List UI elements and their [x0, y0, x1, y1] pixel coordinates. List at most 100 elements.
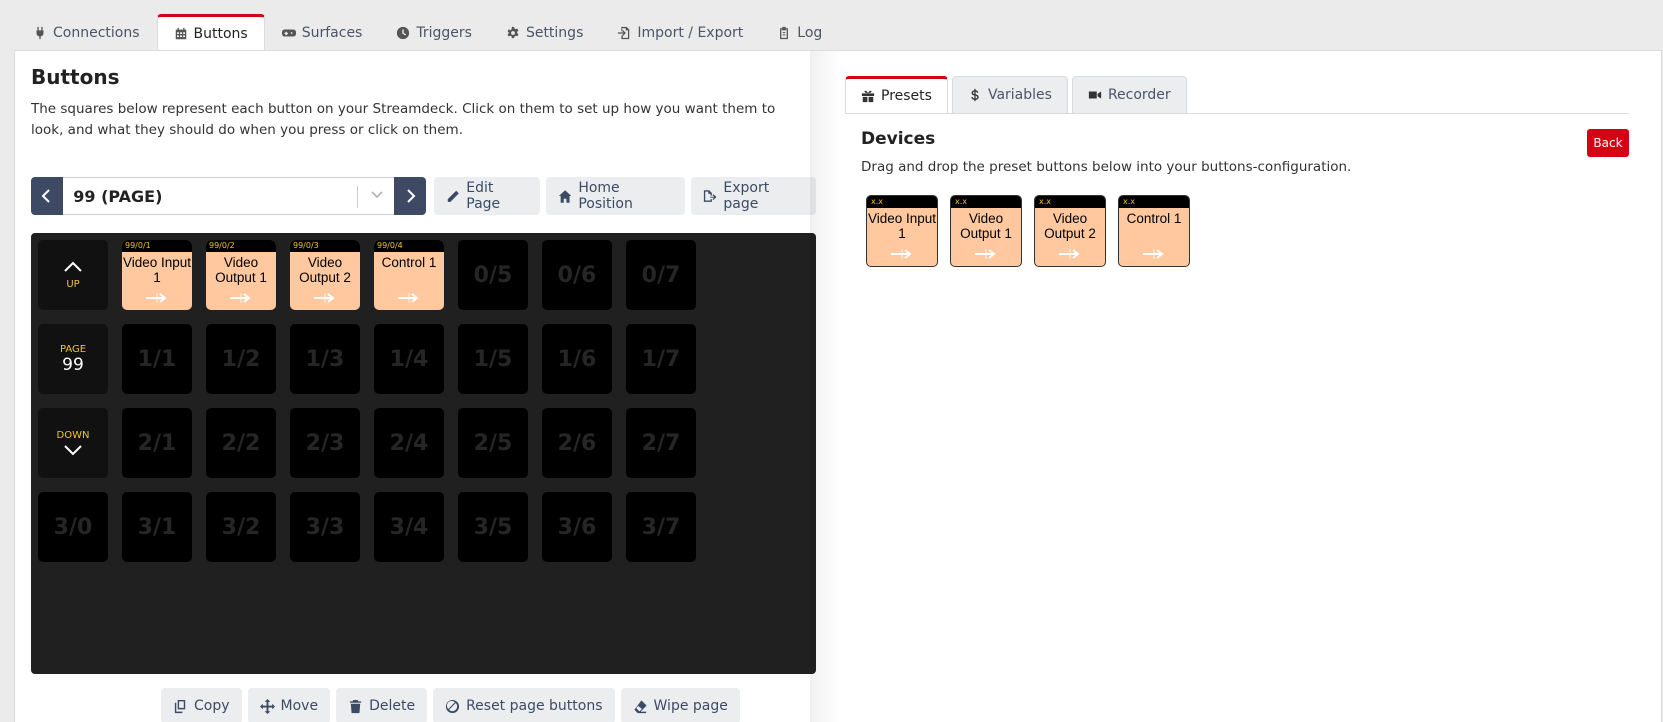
- empty-button[interactable]: 1/7: [626, 324, 696, 394]
- tab-recorder[interactable]: Recorder: [1071, 76, 1187, 113]
- preset-button[interactable]: 99/0/1 Video Input 1: [122, 240, 192, 310]
- file-import-icon: [618, 26, 630, 39]
- export-page-button[interactable]: Export page: [691, 177, 816, 215]
- preset-button[interactable]: 99/0/4 Control 1: [374, 240, 444, 310]
- page-indicator-button[interactable]: PAGE 99: [38, 324, 108, 394]
- preset-button[interactable]: 99/0/2 Video Output 1: [206, 240, 276, 310]
- dollar-icon: [971, 88, 979, 102]
- file-export-icon: [704, 189, 717, 202]
- next-page-button[interactable]: [393, 177, 427, 215]
- tab-label: Buttons: [193, 25, 248, 42]
- tab-variables[interactable]: Variables: [951, 76, 1068, 113]
- gift-icon: [861, 90, 875, 103]
- empty-button[interactable]: 1/5: [458, 324, 528, 394]
- copy-label: Copy: [194, 698, 230, 714]
- wipe-label: Wipe page: [653, 698, 728, 714]
- empty-button[interactable]: 1/4: [374, 324, 444, 394]
- preset-bar: 99/0/1: [122, 240, 192, 252]
- empty-button[interactable]: 1/3: [290, 324, 360, 394]
- tab-buttons[interactable]: Buttons: [156, 14, 265, 50]
- tab-surfaces[interactable]: Surfaces: [265, 14, 380, 50]
- move-button[interactable]: Move: [247, 688, 331, 722]
- tab-triggers[interactable]: Triggers: [379, 14, 489, 50]
- copy-icon: [174, 699, 186, 713]
- empty-button[interactable]: 3/5: [458, 492, 528, 562]
- chevron-down-icon: [64, 445, 82, 456]
- preset-text: Video Output 1: [215, 255, 267, 285]
- wipe-page-button[interactable]: Wipe page: [620, 688, 740, 722]
- chevron-down-icon: [371, 191, 383, 199]
- page-select-value: 99 (PAGE): [73, 186, 163, 206]
- empty-button[interactable]: 1/6: [542, 324, 612, 394]
- preset-text: Video Input 1: [867, 211, 937, 241]
- reset-page-buttons[interactable]: Reset page buttons: [433, 688, 615, 722]
- arrow-right-icon: [975, 249, 996, 259]
- up-button[interactable]: UP: [38, 240, 108, 310]
- empty-button[interactable]: 3/7: [626, 492, 696, 562]
- edit-page-button[interactable]: Edit Page: [434, 177, 541, 215]
- tab-import-export[interactable]: Import / Export: [600, 14, 760, 50]
- clipboard-icon: [780, 26, 789, 39]
- empty-button[interactable]: 2/7: [626, 408, 696, 478]
- buttons-section: Buttons The squares below represent each…: [31, 65, 816, 722]
- down-label: DOWN: [56, 430, 90, 441]
- main-panel: Buttons The squares below represent each…: [14, 50, 1662, 722]
- tab-label: Log: [797, 24, 823, 41]
- empty-button[interactable]: 2/3: [290, 408, 360, 478]
- empty-button[interactable]: 2/1: [122, 408, 192, 478]
- tab-label: Settings: [525, 24, 584, 41]
- tab-label: Recorder: [1107, 87, 1171, 103]
- empty-button[interactable]: 2/6: [542, 408, 612, 478]
- preset-button[interactable]: 99/0/3 Video Output 2: [290, 240, 360, 310]
- calendar-grid-icon: [175, 27, 186, 39]
- video-camera-icon: [1088, 91, 1102, 99]
- page-title: Buttons: [31, 65, 120, 89]
- preset-bar: x.x: [1119, 196, 1189, 208]
- up-label: UP: [66, 278, 80, 290]
- empty-button[interactable]: 3/1: [122, 492, 192, 562]
- empty-button[interactable]: 3/3: [290, 492, 360, 562]
- chevron-left-icon: [41, 189, 50, 203]
- preset-tile[interactable]: x.x Video Input 1: [866, 195, 938, 267]
- empty-button[interactable]: 3/2: [206, 492, 276, 562]
- empty-button[interactable]: 3/6: [542, 492, 612, 562]
- arrow-right-icon: [230, 293, 251, 303]
- arrow-right-icon: [1143, 249, 1164, 259]
- empty-button[interactable]: 0/5: [458, 240, 528, 310]
- copy-button[interactable]: Copy: [161, 688, 242, 722]
- preset-text: Video Output 2: [299, 255, 351, 285]
- button-grid: UP 99/0/1 Video Input 1 99/0/2 Video Out…: [31, 233, 816, 674]
- preset-tile[interactable]: x.x Video Output 2: [1034, 195, 1106, 267]
- tab-label: Connections: [53, 24, 140, 41]
- empty-button[interactable]: 0/7: [626, 240, 696, 310]
- empty-button[interactable]: 1/2: [206, 324, 276, 394]
- move-label: Move: [280, 698, 319, 714]
- reset-label: Reset page buttons: [466, 698, 603, 714]
- tab-presets[interactable]: Presets: [845, 76, 948, 113]
- back-button[interactable]: Back: [1587, 129, 1629, 157]
- empty-button[interactable]: 0/6: [542, 240, 612, 310]
- tab-label: Variables: [987, 87, 1052, 103]
- empty-button[interactable]: 3/0: [38, 492, 108, 562]
- prev-page-button[interactable]: [31, 177, 64, 215]
- empty-button[interactable]: 2/4: [374, 408, 444, 478]
- preset-tile[interactable]: x.x Control 1: [1118, 195, 1190, 267]
- empty-button[interactable]: 2/5: [458, 408, 528, 478]
- tab-settings[interactable]: Settings: [489, 14, 600, 50]
- select-separator: [356, 186, 358, 208]
- arrow-right-icon: [1059, 249, 1080, 259]
- page-select[interactable]: 99 (PAGE): [63, 177, 394, 215]
- pencil-icon: [447, 190, 459, 202]
- empty-button[interactable]: 1/1: [122, 324, 192, 394]
- empty-button[interactable]: 3/4: [374, 492, 444, 562]
- home-position-button[interactable]: Home Position: [546, 177, 686, 215]
- tab-log[interactable]: Log: [760, 14, 839, 50]
- down-button[interactable]: DOWN: [38, 408, 108, 478]
- home-icon: [559, 189, 572, 203]
- empty-button[interactable]: 2/2: [206, 408, 276, 478]
- tab-connections[interactable]: Connections: [16, 14, 157, 50]
- preset-bar: 99/0/4: [374, 240, 444, 252]
- arrows-move-icon: [259, 698, 275, 714]
- delete-button[interactable]: Delete: [336, 688, 428, 722]
- preset-tile[interactable]: x.x Video Output 1: [950, 195, 1022, 267]
